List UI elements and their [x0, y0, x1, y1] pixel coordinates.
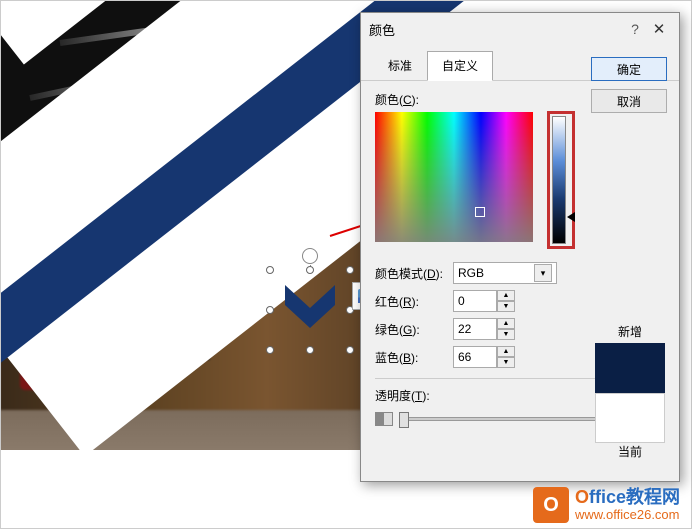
spin-up-icon[interactable]: ▲	[497, 346, 515, 357]
green-input[interactable]	[453, 318, 497, 340]
red-input[interactable]	[453, 290, 497, 312]
slider-thumb[interactable]	[399, 412, 409, 428]
chevron-down-shape[interactable]	[280, 280, 340, 340]
ok-button[interactable]: 确定	[591, 57, 667, 81]
resize-handle[interactable]	[346, 346, 354, 354]
blue-input[interactable]	[453, 346, 497, 368]
resize-handle[interactable]	[266, 306, 274, 314]
resize-handle[interactable]	[306, 346, 314, 354]
spin-down-icon[interactable]: ▼	[497, 329, 515, 340]
current-color-swatch	[595, 393, 665, 443]
resize-handle[interactable]	[306, 266, 314, 274]
model-label: 颜色模式(D):	[375, 265, 453, 282]
luminance-highlight	[547, 111, 575, 249]
tab-standard[interactable]: 标准	[373, 51, 427, 80]
watermark: O Office教程网 www.office26.com	[533, 487, 680, 523]
luminance-pointer-icon[interactable]	[567, 212, 575, 222]
blue-spinner: ▲ ▼	[453, 346, 515, 368]
green-spinner: ▲ ▼	[453, 318, 515, 340]
chevron-down-icon[interactable]: ▾	[534, 264, 552, 282]
spin-up-icon[interactable]: ▲	[497, 290, 515, 301]
watermark-text: Office教程网 www.office26.com	[575, 488, 680, 522]
red-spinner: ▲ ▼	[453, 290, 515, 312]
blue-label: 蓝色(B):	[375, 349, 453, 366]
color-preview: 新增 当前	[595, 323, 665, 463]
red-label: 红色(R):	[375, 293, 453, 310]
resize-handle[interactable]	[266, 266, 274, 274]
color-model-row: 颜色模式(D): RGB ▾	[375, 262, 665, 284]
current-label: 当前	[595, 443, 665, 460]
selected-shape[interactable]	[270, 270, 350, 350]
color-dialog: 颜色 ? ✕ 标准 自定义 确定 取消 颜色(C): 颜色模式(D): RGB …	[360, 12, 680, 482]
color-model-combo[interactable]: RGB ▾	[453, 262, 557, 284]
spin-down-icon[interactable]: ▼	[497, 301, 515, 312]
red-row: 红色(R): ▲ ▼	[375, 290, 665, 312]
resize-handle[interactable]	[266, 346, 274, 354]
dialog-titlebar[interactable]: 颜色 ? ✕	[361, 13, 679, 45]
resize-handle[interactable]	[346, 266, 354, 274]
cancel-button[interactable]: 取消	[591, 89, 667, 113]
transparency-slider[interactable]	[399, 417, 597, 421]
luminance-slider[interactable]	[552, 116, 566, 244]
watermark-url: www.office26.com	[575, 508, 680, 522]
new-color-swatch	[595, 343, 665, 393]
close-button[interactable]: ✕	[647, 20, 671, 38]
spin-down-icon[interactable]: ▼	[497, 357, 515, 368]
transparency-icon	[375, 412, 393, 426]
rotate-handle-icon[interactable]	[302, 248, 318, 264]
combo-value: RGB	[458, 266, 484, 280]
dialog-title: 颜色	[369, 20, 623, 39]
watermark-logo-icon: O	[533, 487, 569, 523]
watermark-brand: Office教程网	[575, 488, 680, 508]
new-label: 新增	[595, 323, 665, 340]
tab-custom[interactable]: 自定义	[427, 51, 493, 81]
dialog-buttons: 确定 取消	[591, 57, 667, 121]
green-label: 绿色(G):	[375, 321, 453, 338]
color-field[interactable]	[375, 112, 533, 242]
help-button[interactable]: ?	[623, 21, 647, 37]
color-cursor[interactable]	[475, 207, 485, 217]
spin-up-icon[interactable]: ▲	[497, 318, 515, 329]
